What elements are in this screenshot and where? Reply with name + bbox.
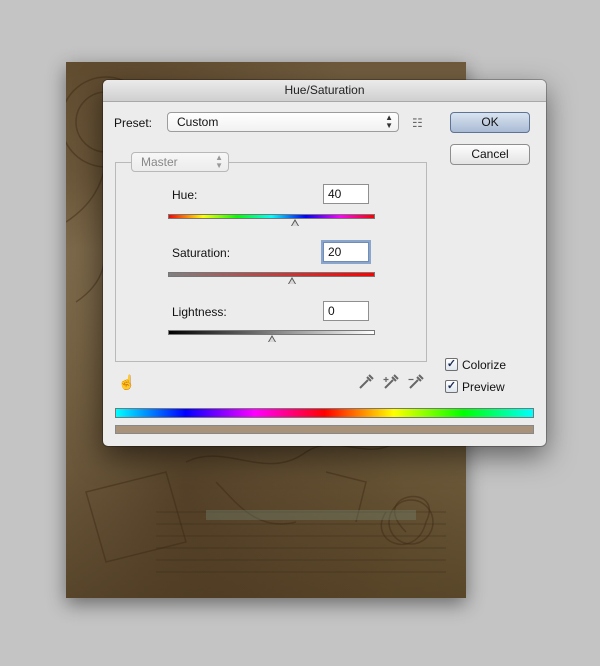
- saturation-label: Saturation:: [172, 246, 231, 260]
- hue-saturation-dialog: Hue/Saturation Preset: Custom ▲ ▼ ☷ OK Ca…: [103, 80, 546, 446]
- dialog-title: Hue/Saturation: [103, 80, 546, 102]
- channel-select[interactable]: Master ▲ ▼: [131, 152, 229, 172]
- hue-input[interactable]: 40: [323, 184, 369, 204]
- eyedropper-plus-icon[interactable]: [383, 374, 399, 390]
- select-arrows-icon: ▲ ▼: [385, 113, 393, 130]
- colorize-label: Colorize: [462, 358, 507, 372]
- eyedropper-minus-icon[interactable]: [408, 374, 424, 390]
- hue-label: Hue:: [172, 188, 198, 202]
- input-spectrum-bar: [115, 408, 534, 418]
- preview-checkbox[interactable]: ✓: [445, 380, 458, 393]
- lightness-input[interactable]: 0: [323, 301, 369, 321]
- preset-value: Custom: [177, 115, 219, 129]
- hue-slider-track[interactable]: [168, 214, 375, 219]
- preview-label: Preview: [462, 380, 505, 394]
- eyedropper-icon[interactable]: [358, 374, 374, 390]
- preset-select[interactable]: Custom ▲ ▼: [167, 112, 399, 132]
- saturation-input[interactable]: 20: [323, 242, 369, 262]
- list-options-icon[interactable]: ☷: [412, 116, 423, 130]
- ok-button[interactable]: OK: [450, 112, 530, 133]
- output-spectrum-bar: [115, 425, 534, 434]
- saturation-slider-track[interactable]: [168, 272, 375, 277]
- colorize-checkbox[interactable]: ✓: [445, 358, 458, 371]
- hand-adjust-icon[interactable]: ☝: [118, 375, 135, 389]
- preset-label: Preset:: [114, 116, 153, 130]
- channel-value: Master: [141, 155, 178, 169]
- lightness-label: Lightness:: [172, 305, 227, 319]
- select-arrows-icon: ▲ ▼: [215, 153, 223, 170]
- cancel-button[interactable]: Cancel: [450, 144, 530, 165]
